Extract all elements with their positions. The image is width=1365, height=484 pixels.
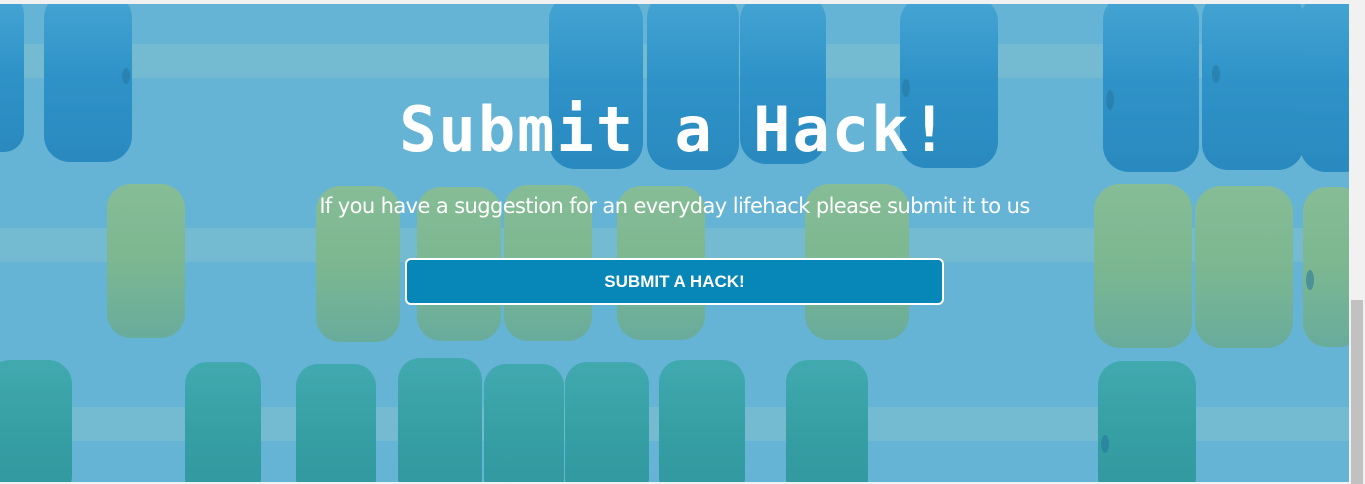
- scrollbar-thumb[interactable]: [1351, 300, 1363, 484]
- page-title: Submit a Hack!: [399, 93, 950, 166]
- hero-content: Submit a Hack! If you have a suggestion …: [0, 4, 1349, 482]
- submit-hack-button[interactable]: SUBMIT A HACK!: [405, 258, 944, 305]
- page: Submit a Hack! If you have a suggestion …: [0, 0, 1365, 484]
- hero-banner: Submit a Hack! If you have a suggestion …: [0, 4, 1349, 482]
- hero-subtitle: If you have a suggestion for an everyday…: [319, 194, 1030, 218]
